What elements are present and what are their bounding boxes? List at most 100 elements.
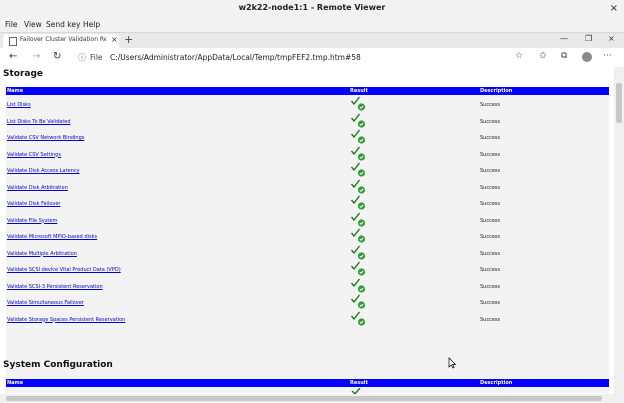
vertical-scroll-thumb[interactable]	[616, 83, 622, 123]
result-description: Success	[480, 234, 501, 240]
result-description: Success	[480, 201, 501, 207]
menu-bar: File View Send key Help	[0, 19, 624, 32]
table-row: Validate SCSI device Vital Product Data …	[6, 260, 609, 276]
result-description: Success	[480, 267, 501, 273]
minimize-icon[interactable]: —	[560, 34, 568, 43]
checkmark-success-icon	[350, 261, 366, 276]
window-close-button[interactable]: ×	[610, 2, 618, 16]
test-name-link[interactable]: Validate Simultaneous Failover	[7, 300, 84, 306]
test-name-link[interactable]: Validate Disk Access Latency	[7, 168, 80, 174]
result-description: Success	[480, 135, 501, 141]
result-description: Success	[480, 217, 501, 224]
title-bar: w2k22-node1:1 - Remote Viewer ×	[0, 0, 624, 19]
system-configuration-heading: System Configuration	[3, 360, 113, 370]
test-name-link[interactable]: Validate Microsoft MPIO-based disks	[7, 234, 97, 240]
navigation-bar: ← → ↻ ⓘ File C:/Users/Administrator/AppD…	[0, 48, 624, 68]
favorites-icon[interactable]: ✩	[539, 51, 547, 61]
browser-close-icon[interactable]: ×	[608, 34, 615, 43]
checkmark-success-icon	[350, 113, 366, 128]
remote-viewer-window: w2k22-node1:1 - Remote Viewer × File Vie…	[0, 0, 624, 403]
checkmark-success-icon	[350, 311, 366, 326]
result-description: Success	[480, 118, 501, 125]
page-icon	[9, 37, 17, 46]
table-row: Validate Disk Failover Success	[6, 194, 609, 210]
test-name-link[interactable]: Validate SCSI-3 Persistent Reservation	[7, 284, 103, 290]
result-description: Success	[480, 300, 501, 306]
checkmark-success-icon	[350, 212, 366, 227]
test-name-link[interactable]: Validate Disk Arbitration	[7, 185, 68, 191]
scheme-label: File	[90, 53, 103, 62]
menu-send-key[interactable]: Send key	[46, 20, 80, 29]
table-row: Validate Simultaneous Failover Success	[6, 293, 609, 309]
test-name-link[interactable]: Validate CSV Network Bindings	[7, 135, 84, 141]
forward-button[interactable]: →	[32, 51, 40, 62]
restore-icon[interactable]: ❐	[585, 34, 592, 43]
vertical-scrollbar[interactable]	[614, 67, 624, 394]
refresh-button[interactable]: ↻	[53, 51, 61, 62]
column-name: Name	[7, 88, 24, 94]
result-description: Success	[480, 316, 501, 323]
tab-validation-report[interactable]: Failover Cluster Validation Report ×	[3, 34, 119, 48]
table-row	[6, 387, 609, 394]
report-content: Storage Name Result Description List Dis…	[0, 67, 614, 394]
window-title: w2k22-node1:1 - Remote Viewer	[238, 3, 386, 12]
table-row: Validate CSV Settings Success	[6, 145, 609, 161]
test-name-link[interactable]: Validate Storage Spaces Persistent Reser…	[7, 317, 125, 323]
favorite-star-icon[interactable]: ☆	[515, 51, 523, 61]
mouse-cursor-icon	[448, 357, 457, 369]
table-row: Validate Multiple Arbitration Success	[6, 244, 609, 260]
storage-heading: Storage	[3, 69, 44, 79]
back-button[interactable]: ←	[9, 51, 17, 62]
table-row: Validate Disk Arbitration Success	[6, 178, 609, 194]
table-row: Validate Disk Access Latency Success	[6, 161, 609, 177]
column-result: Result	[350, 88, 368, 94]
result-description: Success	[480, 168, 501, 174]
more-menu-icon[interactable]: ···	[603, 51, 612, 61]
new-tab-button[interactable]: +	[124, 33, 133, 46]
result-description: Success	[480, 184, 501, 191]
checkmark-success-icon	[350, 228, 366, 243]
table-row: Validate CSV Network Bindings Success	[6, 128, 609, 144]
test-name-link[interactable]: List Disks	[7, 102, 31, 108]
column-description: Description	[480, 88, 513, 94]
column-name: Name	[7, 380, 24, 386]
table-row: Validate File System Success	[6, 211, 609, 227]
checkmark-success-icon	[350, 129, 366, 144]
browser-chrome: Failover Cluster Validation Report × + —…	[0, 32, 624, 68]
test-name-link[interactable]: Validate Disk Failover	[7, 201, 60, 207]
profile-avatar[interactable]	[582, 52, 592, 62]
checkmark-success-icon	[350, 96, 366, 111]
column-result: Result	[350, 380, 368, 386]
checkmark-success-icon	[350, 195, 366, 210]
menu-file[interactable]: File	[5, 20, 18, 29]
table-row: Validate Microsoft MPIO-based disks Succe…	[6, 227, 609, 243]
storage-table-header: Name Result Description	[6, 87, 609, 95]
menu-view[interactable]: View	[24, 20, 42, 29]
table-row: Validate Storage Spaces Persistent Reser…	[6, 310, 609, 326]
test-name-link[interactable]: Validate SCSI device Vital Product Data …	[7, 267, 121, 273]
checkmark-success-icon	[350, 179, 366, 194]
checkmark-success-icon	[350, 146, 366, 161]
collections-icon[interactable]: ⧉	[561, 51, 567, 61]
test-name-link[interactable]: List Disks To Be Validated	[7, 119, 71, 125]
test-name-link[interactable]: Validate CSV Settings	[7, 152, 61, 158]
table-row: List Disks Success	[6, 95, 609, 111]
result-description: Success	[480, 283, 501, 290]
result-description: Success	[480, 102, 501, 108]
checkmark-success-icon	[350, 162, 366, 177]
table-row: Validate SCSI-3 Persistent Reservation Su…	[6, 277, 609, 293]
url-text: C:/Users/Administrator/AppData/Local/Tem…	[110, 53, 361, 62]
table-row: List Disks To Be Validated Success	[6, 112, 609, 128]
horizontal-scrollbar[interactable]	[0, 394, 624, 403]
tab-title: Failover Cluster Validation Report	[20, 36, 106, 43]
info-icon[interactable]: ⓘ	[78, 52, 86, 63]
test-name-link[interactable]: Validate File System	[7, 218, 57, 224]
system-table-header: Name Result Description	[6, 379, 609, 387]
checkmark-success-icon	[350, 294, 366, 309]
menu-help[interactable]: Help	[83, 20, 100, 29]
checkmark-success-icon	[350, 245, 366, 260]
horizontal-scroll-thumb[interactable]	[6, 396, 602, 401]
tab-close-icon[interactable]: ×	[111, 35, 118, 44]
test-name-link[interactable]: Validate Multiple Arbitration	[7, 251, 77, 257]
column-description: Description	[480, 380, 513, 386]
